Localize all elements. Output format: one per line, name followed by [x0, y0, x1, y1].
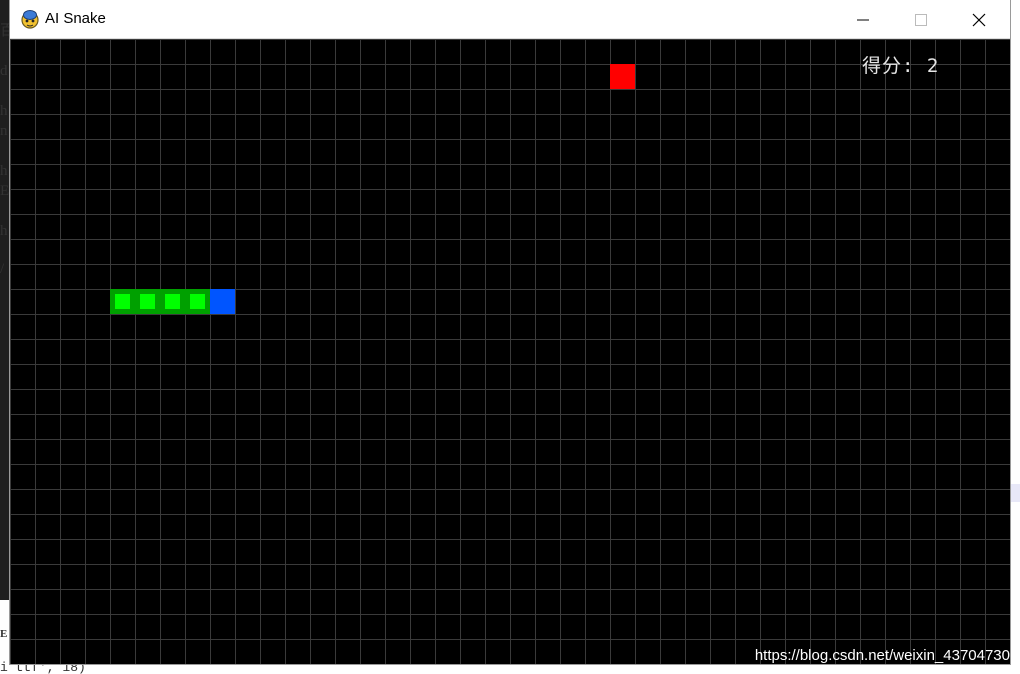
score-label: 得分: [862, 55, 915, 77]
snake-head [210, 289, 235, 314]
background-scroll-mark [1010, 484, 1020, 502]
background-text: E [0, 183, 10, 199]
watermark: https://blog.csdn.net/weixin_43704730 [754, 647, 1010, 664]
background-text: h [0, 163, 8, 179]
background-text: d [0, 63, 8, 79]
snake-body-segment-inner [115, 294, 130, 309]
pygame-snake-icon [21, 10, 39, 29]
title-bar[interactable]: AI Snake [10, 0, 1010, 39]
snake-body-segment-inner [165, 294, 180, 309]
minimize-icon [857, 19, 869, 20]
game-grid [10, 39, 1010, 664]
game-window: AI Snake 得分: 2 https://blog.csdn.net/wei… [10, 0, 1010, 664]
background-text: / [0, 261, 5, 277]
close-icon [972, 13, 986, 26]
maximize-button[interactable] [892, 0, 950, 39]
minimize-button[interactable] [834, 0, 892, 39]
close-button[interactable] [950, 0, 1008, 39]
snake-body-segment-inner [190, 294, 205, 309]
background-text: h [0, 223, 8, 239]
maximize-icon [915, 13, 927, 26]
score-value: 2 [926, 55, 940, 77]
game-board[interactable]: 得分: 2 https://blog.csdn.net/weixin_43704… [10, 39, 1010, 664]
food-apple [610, 64, 635, 89]
background-text: h [0, 103, 8, 119]
window-title: AI Snake [45, 10, 106, 27]
snake-body-segment-inner [140, 294, 155, 309]
background-text: E [0, 628, 8, 640]
background-text: n [0, 123, 8, 139]
score-display: 得分: 2 [862, 51, 939, 78]
